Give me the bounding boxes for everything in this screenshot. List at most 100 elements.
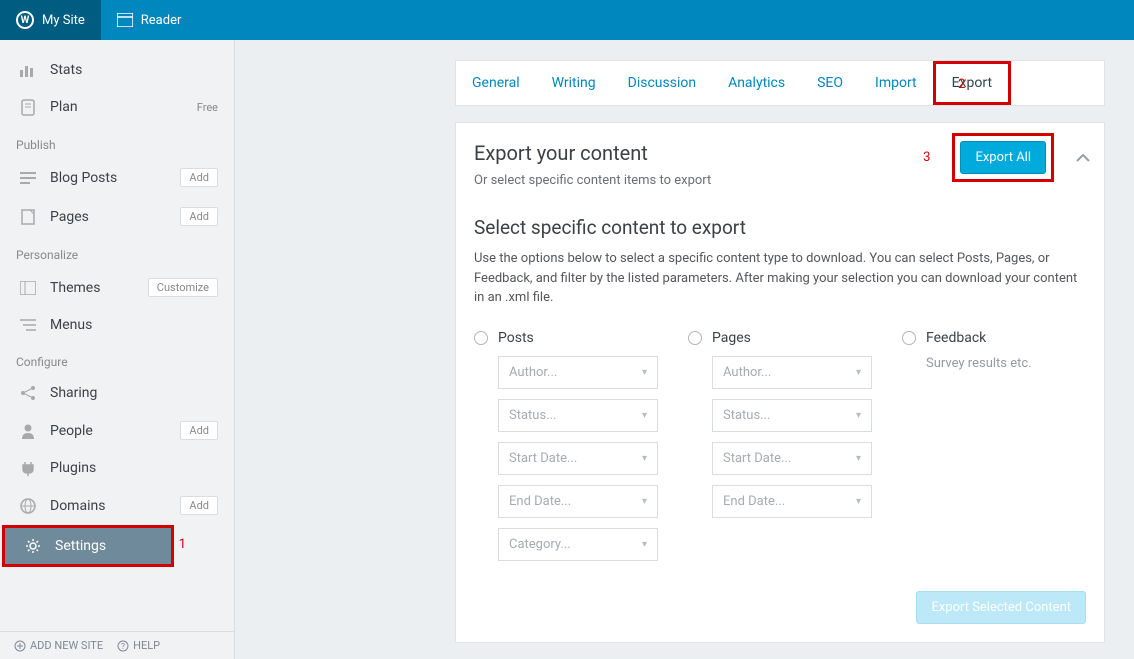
pages-column: Pages Author...▾ Status...▾ Start Date..… [688, 330, 872, 571]
radio-icon [902, 331, 916, 345]
sidebar-item-plan[interactable]: Plan Free [0, 88, 234, 126]
pages-icon [16, 209, 40, 225]
chevron-down-icon: ▾ [856, 496, 861, 507]
add-new-site-button[interactable]: ADD NEW SITE [14, 639, 103, 652]
sidebar-label: Pages [50, 209, 89, 225]
nav-reader[interactable]: Reader [101, 0, 198, 40]
sidebar-item-settings[interactable]: Settings [2, 525, 174, 567]
tab-seo[interactable]: SEO [801, 61, 859, 105]
radio-posts[interactable]: Posts [474, 330, 658, 346]
sidebar-item-menus[interactable]: Menus [0, 307, 234, 343]
add-page-button[interactable]: Add [180, 207, 218, 226]
sidebar-group-personalize: Personalize [0, 236, 234, 268]
sidebar-label: Plan [50, 99, 78, 115]
sidebar-label: People [50, 423, 93, 439]
chevron-down-icon: ▾ [856, 367, 861, 378]
collapse-toggle[interactable] [1076, 154, 1090, 162]
chevron-down-icon: ▾ [642, 539, 647, 550]
radio-feedback[interactable]: Feedback [902, 330, 1086, 346]
sidebar: Stats Plan Free Publish Blog Posts Add P… [0, 40, 235, 659]
sidebar-group-publish: Publish [0, 126, 234, 158]
select-content-desc: Use the options below to select a specif… [474, 249, 1086, 308]
chevron-down-icon: ▾ [856, 453, 861, 464]
tab-import[interactable]: Import [859, 61, 933, 105]
sidebar-item-domains[interactable]: Domains Add [0, 486, 234, 525]
help-icon: ? [117, 640, 129, 652]
reader-icon [117, 13, 133, 27]
tab-export[interactable]: Export [933, 61, 1011, 105]
sidebar-footer: ADD NEW SITE ? HELP [0, 631, 234, 659]
sidebar-label: Menus [50, 317, 92, 333]
main-content: General Writing Discussion Analytics SEO… [235, 40, 1134, 659]
sidebar-label: Themes [50, 280, 100, 296]
add-post-button[interactable]: Add [180, 168, 218, 187]
settings-icon [21, 538, 45, 554]
pages-author-select[interactable]: Author...▾ [712, 356, 872, 389]
sidebar-label: Stats [50, 62, 82, 78]
sidebar-item-plugins[interactable]: Plugins [0, 450, 234, 486]
sidebar-label: Domains [50, 498, 105, 514]
export-all-button[interactable]: Export All [960, 141, 1046, 174]
chevron-up-icon [1076, 154, 1090, 162]
help-button[interactable]: ? HELP [117, 639, 160, 652]
tab-writing[interactable]: Writing [536, 61, 612, 105]
export-columns: Posts Author...▾ Status...▾ Start Date..… [474, 330, 1086, 571]
tab-discussion[interactable]: Discussion [612, 61, 712, 105]
sidebar-item-sharing[interactable]: Sharing [0, 375, 234, 411]
pages-status-select[interactable]: Status...▾ [712, 399, 872, 432]
posts-end-date-select[interactable]: End Date...▾ [498, 485, 658, 518]
add-domain-button[interactable]: Add [180, 496, 218, 515]
plugins-icon [16, 460, 40, 476]
nav-my-site-label: My Site [42, 13, 85, 28]
chevron-down-icon: ▾ [642, 367, 647, 378]
posts-category-select[interactable]: Category...▾ [498, 528, 658, 561]
posts-start-date-select[interactable]: Start Date...▾ [498, 442, 658, 475]
sidebar-item-blog-posts[interactable]: Blog Posts Add [0, 158, 234, 197]
add-people-button[interactable]: Add [180, 421, 218, 440]
pages-end-date-select[interactable]: End Date...▾ [712, 485, 872, 518]
sidebar-label: Settings [55, 538, 106, 554]
sidebar-item-stats[interactable]: Stats [0, 52, 234, 88]
nav-my-site[interactable]: W My Site [0, 0, 101, 40]
sidebar-scroll[interactable]: Stats Plan Free Publish Blog Posts Add P… [0, 40, 234, 631]
radio-icon [688, 331, 702, 345]
plan-icon [16, 98, 40, 116]
sidebar-item-themes[interactable]: Themes Customize [0, 268, 234, 307]
chevron-down-icon: ▾ [856, 410, 861, 421]
domains-icon [16, 498, 40, 514]
annotation-3: 3 [923, 150, 930, 165]
radio-icon [474, 331, 488, 345]
sidebar-group-configure: Configure [0, 343, 234, 375]
settings-tabs: General Writing Discussion Analytics SEO… [455, 60, 1105, 106]
nav-reader-label: Reader [141, 13, 182, 28]
plan-badge: Free [197, 101, 218, 114]
export-selected-button[interactable]: Export Selected Content [916, 591, 1086, 624]
chevron-down-icon: ▾ [642, 453, 647, 464]
annotation-1: 1 [179, 537, 186, 552]
sidebar-label: Blog Posts [50, 170, 117, 186]
people-icon [16, 423, 40, 439]
themes-icon [16, 281, 40, 295]
svg-text:?: ? [121, 642, 125, 651]
feedback-column: Feedback Survey results etc. [902, 330, 1086, 571]
feedback-subtitle: Survey results etc. [926, 356, 1086, 371]
topbar: W My Site Reader [0, 0, 1134, 40]
posts-column: Posts Author...▾ Status...▾ Start Date..… [474, 330, 658, 571]
radio-pages[interactable]: Pages [688, 330, 872, 346]
customize-button[interactable]: Customize [148, 278, 218, 297]
wordpress-logo-icon: W [16, 11, 34, 29]
posts-status-select[interactable]: Status...▾ [498, 399, 658, 432]
chevron-down-icon: ▾ [642, 410, 647, 421]
select-content-title: Select specific content to export [474, 216, 1086, 239]
sidebar-item-people[interactable]: People Add [0, 411, 234, 450]
sidebar-label: Sharing [50, 385, 97, 401]
posts-author-select[interactable]: Author...▾ [498, 356, 658, 389]
pages-start-date-select[interactable]: Start Date...▾ [712, 442, 872, 475]
sidebar-item-pages[interactable]: Pages Add [0, 197, 234, 236]
menus-icon [16, 318, 40, 332]
export-card: Export your content 3 Export All Or sele… [455, 122, 1105, 643]
sharing-icon [16, 385, 40, 401]
stats-icon [16, 63, 40, 77]
tab-general[interactable]: General [456, 61, 536, 105]
tab-analytics[interactable]: Analytics [712, 61, 801, 105]
